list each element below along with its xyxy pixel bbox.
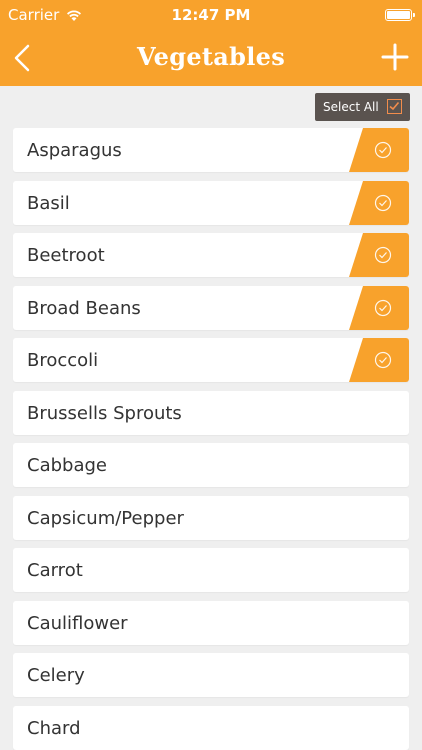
list-item[interactable]: Celery [13, 653, 409, 697]
checked-tag [349, 338, 409, 382]
item-label: Cauliflower [27, 612, 128, 634]
checkmark-icon [389, 101, 400, 111]
list-item[interactable]: Beetroot [13, 233, 409, 277]
nav-bar: Vegetables [0, 30, 422, 86]
vegetable-list: Asparagus Basil Beetroot Broad Beans Broccol… [13, 128, 409, 750]
list-item[interactable]: Chard [13, 705, 409, 750]
item-label: Basil [27, 192, 70, 214]
item-label: Cabbage [27, 455, 107, 476]
list-item[interactable]: Cauliflower [13, 600, 409, 645]
checked-tag [349, 180, 409, 225]
item-label: Broad Beans [27, 297, 141, 319]
list-item[interactable]: Brussells Sprouts [13, 390, 409, 435]
list-item[interactable]: Broad Beans [13, 285, 409, 330]
check-circle-icon [349, 128, 409, 172]
item-label: Broccoli [27, 350, 99, 371]
list-item[interactable]: Cabbage [13, 443, 409, 487]
list-item[interactable]: Carrot [13, 548, 409, 592]
page-title: Vegetables [136, 42, 286, 71]
status-bar: Carrier 12:47 PM [0, 0, 422, 30]
checkbox-icon [387, 99, 402, 114]
plus-icon [381, 43, 409, 71]
check-circle-icon [349, 233, 409, 277]
check-circle-icon [349, 180, 409, 225]
item-label: Celery [27, 665, 85, 686]
select-all-label: Select All [323, 100, 379, 114]
item-label: Chard [27, 717, 81, 739]
checked-tag [349, 128, 409, 172]
checked-tag [349, 285, 409, 330]
list-item[interactable]: Basil [13, 180, 409, 225]
item-label: Brussells Sprouts [27, 402, 182, 424]
battery-icon [385, 9, 415, 21]
item-label: Capsicum/Pepper [27, 507, 184, 529]
status-time: 12:47 PM [171, 6, 251, 24]
list-item[interactable]: Capsicum/Pepper [13, 495, 409, 540]
header: Carrier 12:47 PM Vegetables [0, 0, 422, 86]
list-item[interactable]: Broccoli [13, 338, 409, 382]
item-label: Beetroot [27, 245, 105, 266]
item-label: Asparagus [27, 140, 122, 161]
checked-tag [349, 233, 409, 277]
check-circle-icon [349, 285, 409, 330]
select-all-button[interactable]: Select All [315, 93, 410, 121]
check-circle-icon [349, 338, 409, 382]
list-item[interactable]: Asparagus [13, 128, 409, 172]
item-label: Carrot [27, 560, 83, 581]
add-button[interactable] [380, 42, 410, 72]
